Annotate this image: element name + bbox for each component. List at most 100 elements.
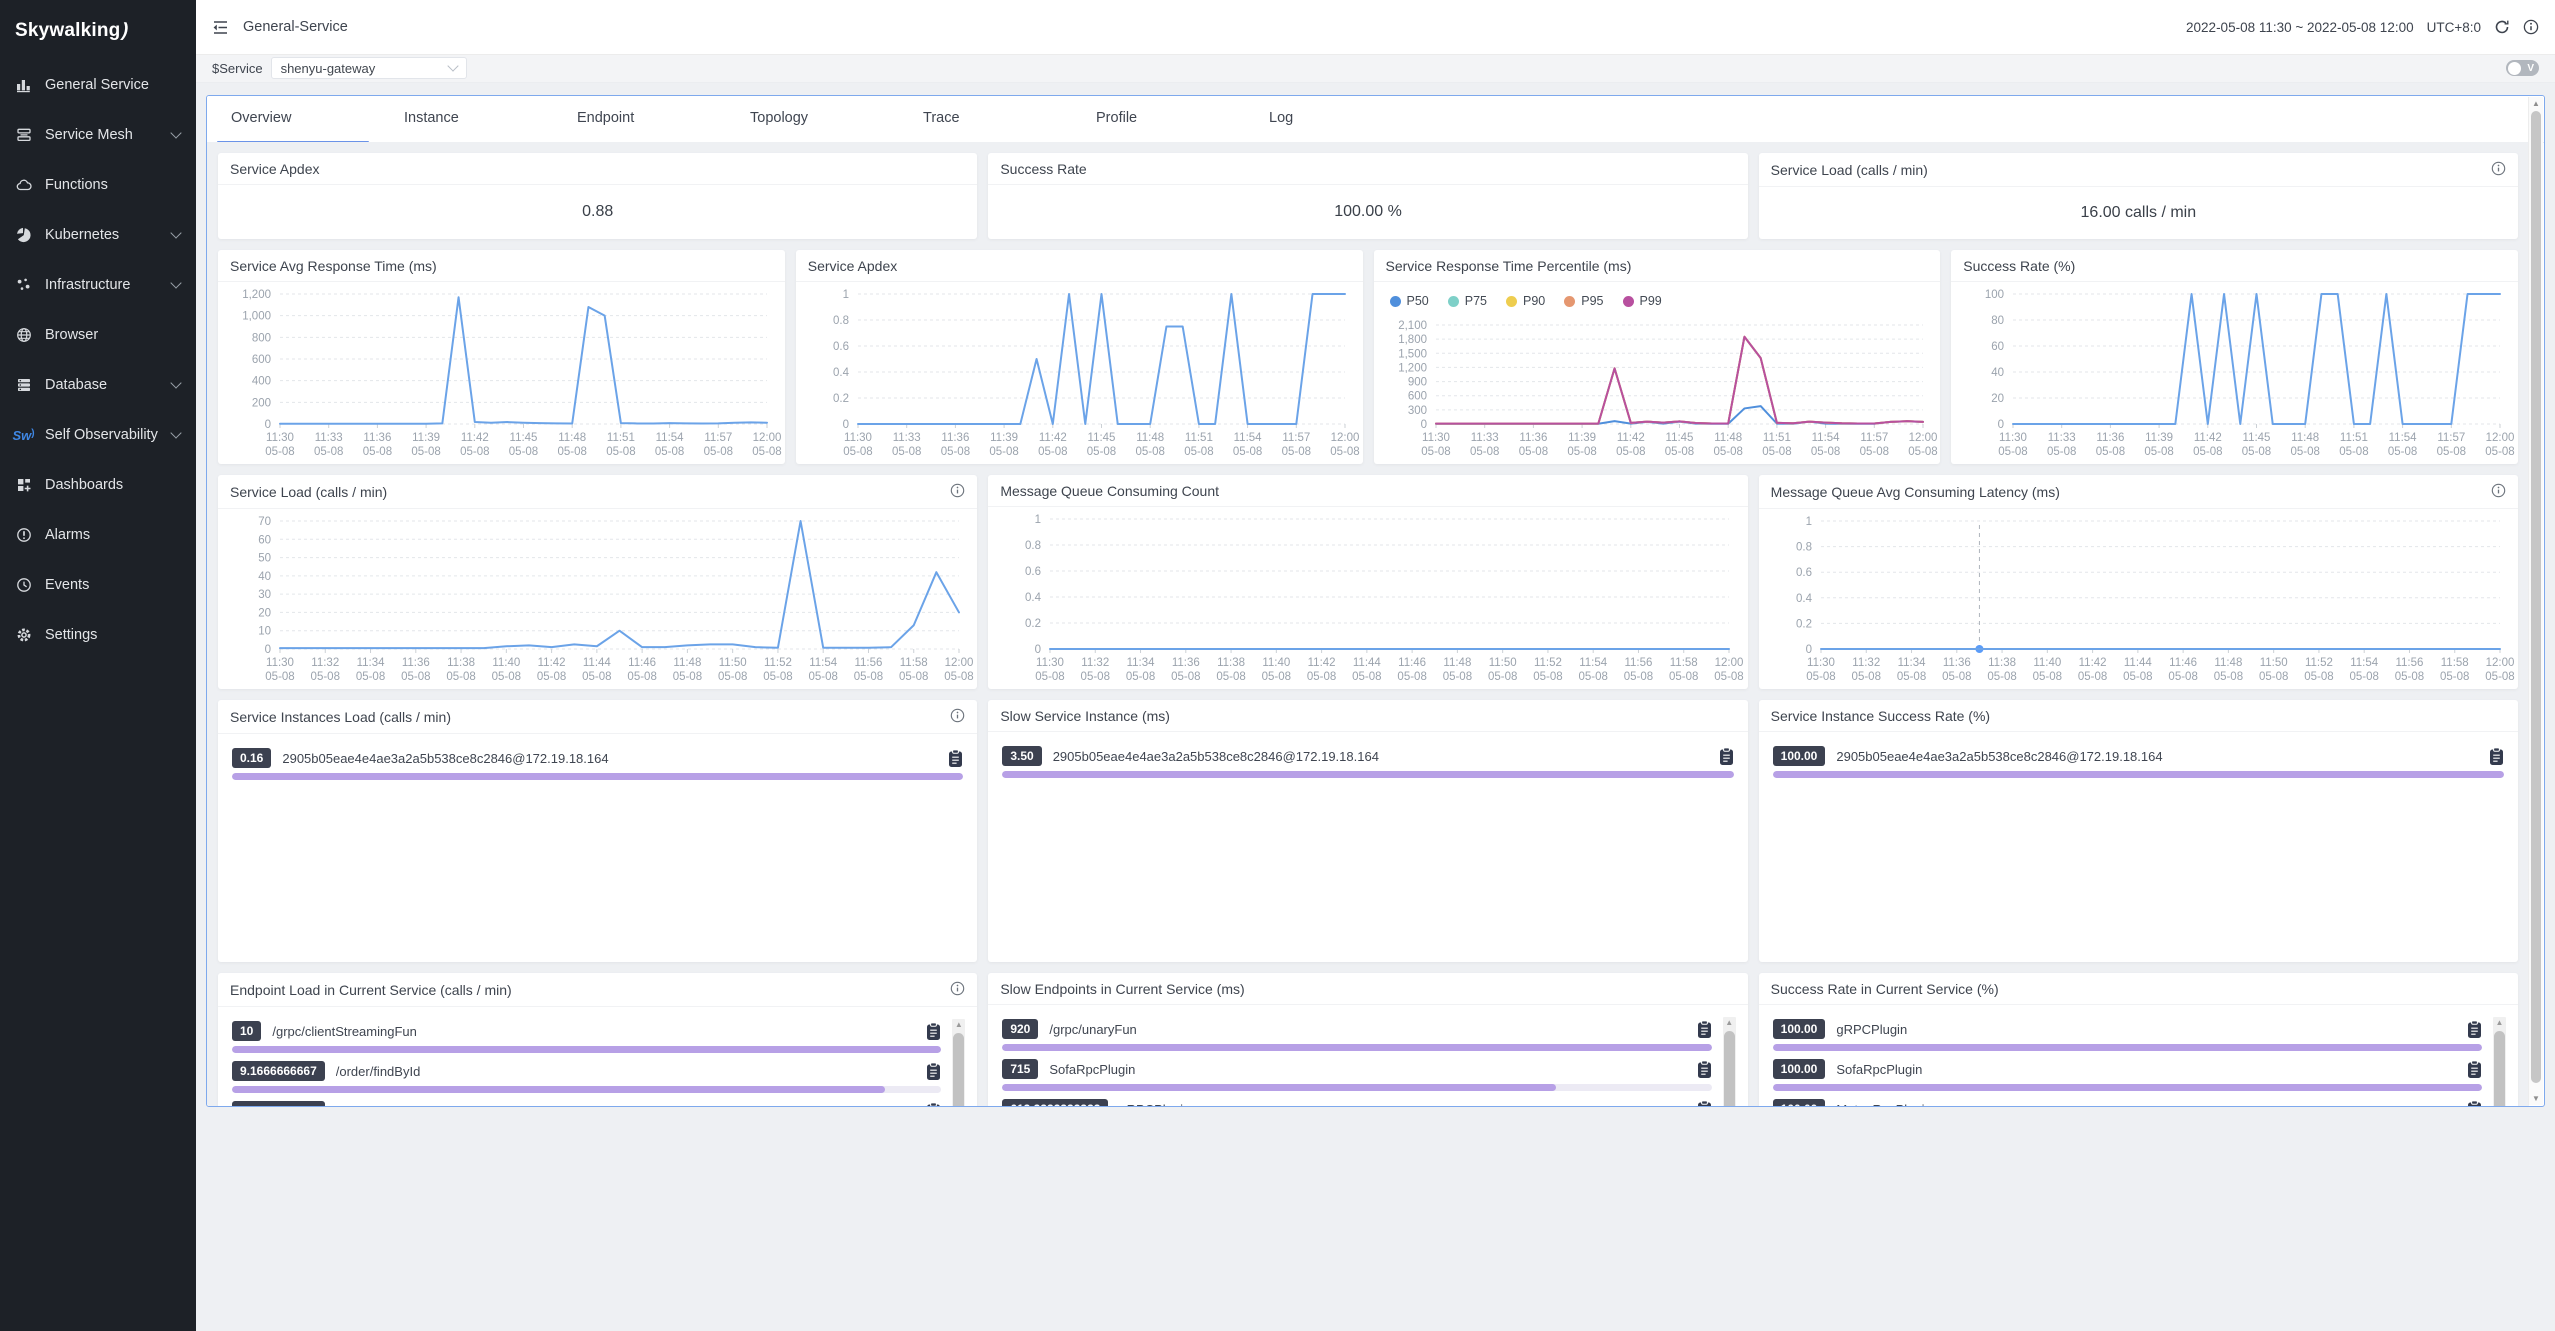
sidebar-item-general-service[interactable]: General Service xyxy=(0,60,196,110)
tab-trace[interactable]: Trace xyxy=(899,96,1072,142)
svg-text:11:46: 11:46 xyxy=(628,657,656,669)
legend-label: P99 xyxy=(1640,294,1662,308)
bar-label: gRPCPlugin xyxy=(1119,1102,1688,1107)
scroll-up-icon[interactable]: ▲ xyxy=(2529,99,2543,108)
svg-text:11:33: 11:33 xyxy=(892,432,920,444)
card-title: Service Response Time Percentile (ms) xyxy=(1386,258,1929,274)
service-response-time-percentile-card: Service Response Time Percentile (ms) P50… xyxy=(1374,250,1941,464)
service-avg-response-time-chart[interactable]: 02004006008001,0001,20011:3005-0811:3305… xyxy=(218,282,785,464)
legend-item-p50[interactable]: P50 xyxy=(1390,294,1429,308)
sidebar-item-settings[interactable]: Settings xyxy=(0,610,196,660)
legend-item-p90[interactable]: P90 xyxy=(1506,294,1545,308)
clipboard-icon[interactable] xyxy=(1697,1020,1712,1039)
clipboard-icon[interactable] xyxy=(926,1102,941,1107)
cloud-icon xyxy=(15,177,32,194)
sidebar-item-events[interactable]: Events xyxy=(0,560,196,610)
message-queue-consuming-count-chart[interactable]: 00.20.40.60.8111:3005-0811:3205-0811:340… xyxy=(988,507,1747,689)
success-rate-chart-chart[interactable]: 02040608010011:3005-0811:3305-0811:3605-… xyxy=(1951,282,2518,464)
app-logo[interactable]: Skywalking) xyxy=(0,0,196,60)
card-header: Endpoint Load in Current Service (calls … xyxy=(218,973,977,1007)
svg-text:0.8: 0.8 xyxy=(1796,542,1812,554)
clipboard-icon[interactable] xyxy=(948,749,963,768)
list-item: 100.002905b05eae4e4ae3a2a5b538ce8c2846@1… xyxy=(1773,745,2504,778)
info-icon[interactable] xyxy=(2491,483,2506,501)
scrollbar-thumb[interactable] xyxy=(2531,111,2541,1083)
message-queue-avg-consuming-latency-chart[interactable]: 00.20.40.60.8111:3005-0811:3205-0811:340… xyxy=(1759,509,2518,689)
sidebar-item-label: Functions xyxy=(45,177,184,193)
sidebar-item-dashboards[interactable]: Dashboards xyxy=(0,460,196,510)
svg-text:11:50: 11:50 xyxy=(2259,657,2287,669)
sidebar-item-browser[interactable]: Browser xyxy=(0,310,196,360)
svg-text:11:45: 11:45 xyxy=(1665,432,1693,444)
layers-icon xyxy=(15,127,32,144)
bar-row-top: 613.3333333333gRPCPlugin xyxy=(1002,1098,1711,1106)
svg-text:05-08: 05-08 xyxy=(1715,671,1744,683)
list-scrollbar[interactable]: ▲ xyxy=(2493,1017,2506,1106)
legend-item-p75[interactable]: P75 xyxy=(1448,294,1487,308)
sidebar-item-self-observability[interactable]: Sw)Self Observability xyxy=(0,410,196,460)
info-icon[interactable] xyxy=(2523,19,2539,35)
tab-overview[interactable]: Overview xyxy=(207,96,380,142)
list-item: 920/grpc/unaryFun xyxy=(1002,1018,1711,1051)
sidebar-item-alarms[interactable]: Alarms xyxy=(0,510,196,560)
clipboard-icon[interactable] xyxy=(2467,1020,2482,1039)
clipboard-icon[interactable] xyxy=(2467,1060,2482,1079)
legend-item-p95[interactable]: P95 xyxy=(1564,294,1603,308)
svg-text:40: 40 xyxy=(258,571,271,583)
info-icon[interactable] xyxy=(950,708,965,726)
bar-row-top: 100.00SofaRpcPlugin xyxy=(1773,1058,2482,1080)
value-badge: 100.00 xyxy=(1773,1059,1826,1079)
scroll-up-icon[interactable]: ▲ xyxy=(2493,1018,2506,1028)
card-header: Service Apdex xyxy=(796,250,1363,282)
version-toggle[interactable]: V xyxy=(2506,60,2539,76)
info-icon[interactable] xyxy=(950,483,965,501)
clipboard-icon[interactable] xyxy=(1719,747,1734,766)
list-scrollbar[interactable]: ▲ xyxy=(952,1019,965,1106)
clipboard-icon[interactable] xyxy=(926,1022,941,1041)
service-apdex-chart-chart[interactable]: 00.20.40.60.8111:3005-0811:3305-0811:360… xyxy=(796,282,1363,464)
scroll-up-icon[interactable]: ▲ xyxy=(1723,1018,1736,1028)
service-select[interactable]: shenyu-gateway xyxy=(271,57,467,79)
page-scrollbar[interactable]: ▲ ▼ xyxy=(2528,97,2543,1105)
scrollbar-thumb[interactable] xyxy=(953,1033,964,1106)
svg-text:05-08: 05-08 xyxy=(1087,446,1116,458)
tab-instance[interactable]: Instance xyxy=(380,96,553,142)
tab-topology[interactable]: Topology xyxy=(726,96,899,142)
sidebar-item-database[interactable]: Database xyxy=(0,360,196,410)
svg-text:1,200: 1,200 xyxy=(242,289,271,301)
tab-log[interactable]: Log xyxy=(1245,96,1418,142)
sidebar-item-service-mesh[interactable]: Service Mesh xyxy=(0,110,196,160)
list-scrollbar[interactable]: ▲ xyxy=(1723,1017,1736,1106)
info-icon[interactable] xyxy=(950,981,965,999)
scrollbar-thumb[interactable] xyxy=(1724,1031,1735,1106)
clipboard-icon[interactable] xyxy=(1697,1060,1712,1079)
sidebar-item-kubernetes[interactable]: Kubernetes xyxy=(0,210,196,260)
scroll-down-icon[interactable]: ▼ xyxy=(2529,1094,2543,1103)
clipboard-icon[interactable] xyxy=(2489,747,2504,766)
scrollbar-thumb[interactable] xyxy=(2494,1031,2505,1106)
clipboard-icon[interactable] xyxy=(2467,1100,2482,1107)
sidebar-item-functions[interactable]: Functions xyxy=(0,160,196,210)
card-header: Service Load (calls / min) xyxy=(1759,153,2518,187)
service-load-stat-value: 16.00 calls / min xyxy=(1759,187,2518,239)
scroll-up-icon[interactable]: ▲ xyxy=(952,1020,965,1030)
service-load-chart-chart[interactable]: 01020304050607011:3005-0811:3205-0811:34… xyxy=(218,509,977,689)
sidebar-collapse-icon[interactable] xyxy=(212,20,229,35)
sidebar-item-infrastructure[interactable]: Infrastructure xyxy=(0,260,196,310)
bar-fill xyxy=(232,1046,941,1053)
legend-dot-icon xyxy=(1623,296,1634,307)
time-range[interactable]: 2022-05-08 11:30 ~ 2022-05-08 12:00 xyxy=(2186,20,2414,35)
chevron-down-icon xyxy=(170,377,181,388)
slow-service-instance-card: Slow Service Instance (ms)3.502905b05eae… xyxy=(988,700,1747,962)
clipboard-icon[interactable] xyxy=(926,1062,941,1081)
service-response-time-percentile-chart[interactable]: 03006009001,2001,5001,8002,10011:3005-08… xyxy=(1374,313,1941,464)
info-icon[interactable] xyxy=(2491,161,2506,179)
svg-text:12:00: 12:00 xyxy=(945,657,974,669)
tab-profile[interactable]: Profile xyxy=(1072,96,1245,142)
tab-endpoint[interactable]: Endpoint xyxy=(553,96,726,142)
svg-text:05-08: 05-08 xyxy=(1859,446,1888,458)
bar-label: 2905b05eae4e4ae3a2a5b538ce8c2846@172.19.… xyxy=(1836,749,2481,764)
legend-item-p99[interactable]: P99 xyxy=(1623,294,1662,308)
refresh-icon[interactable] xyxy=(2494,19,2510,35)
clipboard-icon[interactable] xyxy=(1697,1100,1712,1107)
